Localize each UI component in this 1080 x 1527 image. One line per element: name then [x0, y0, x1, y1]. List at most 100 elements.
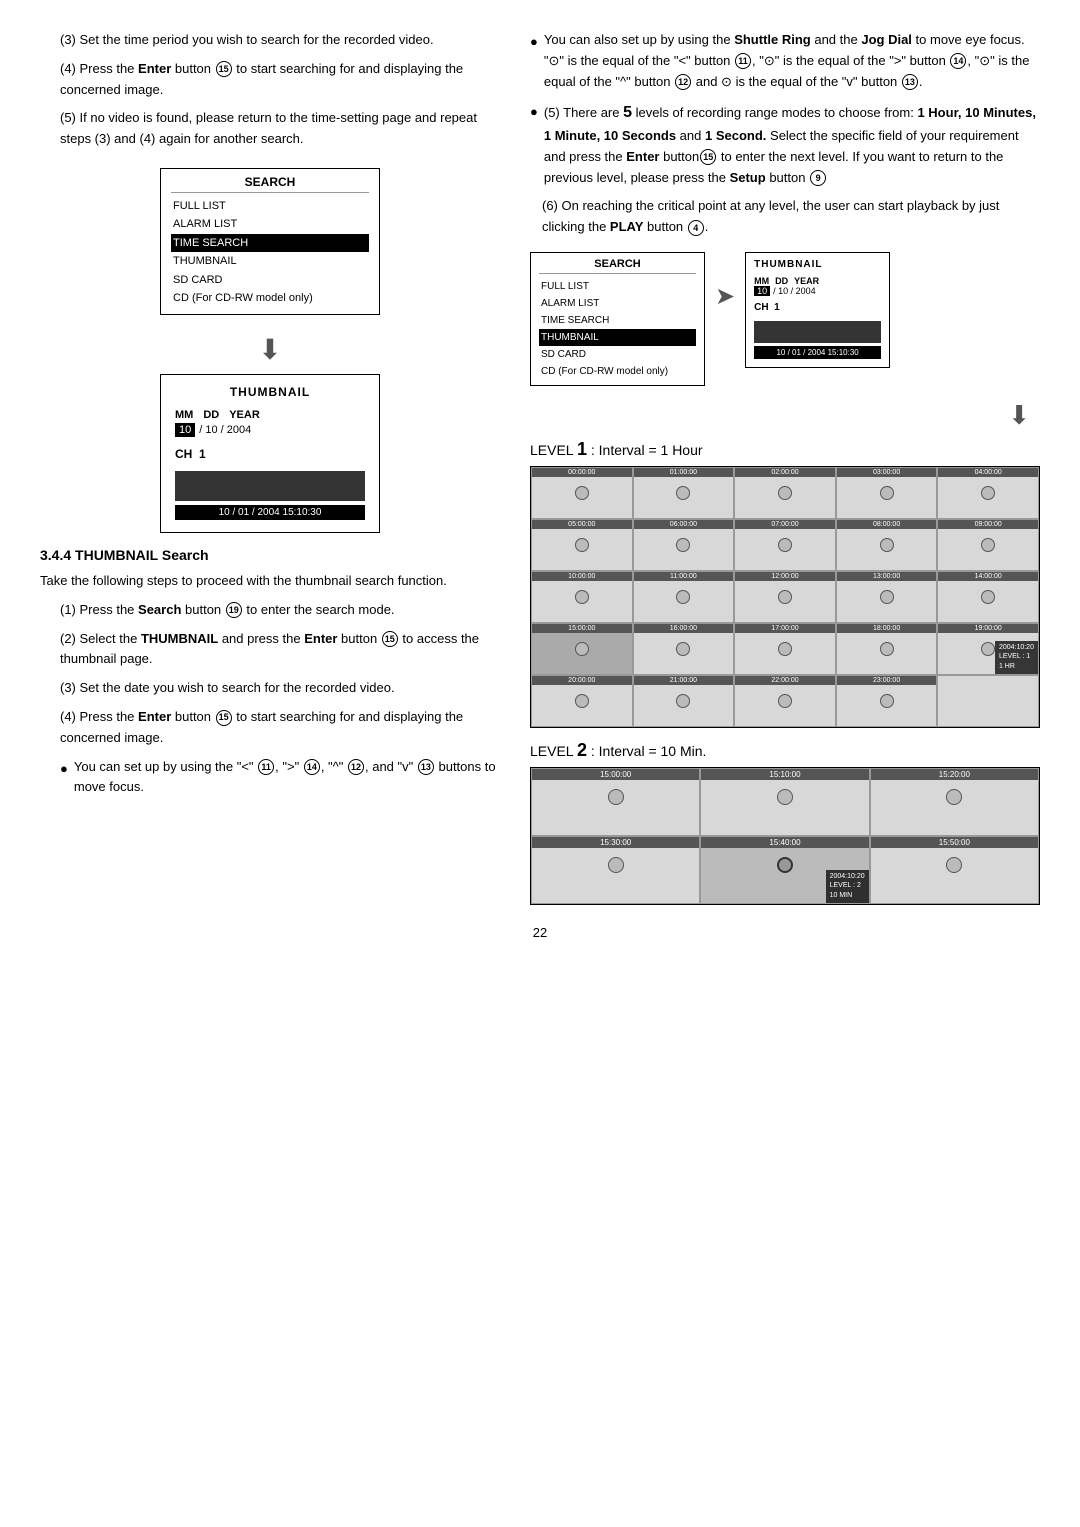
search-item-alarm-list: ALARM LIST	[171, 215, 369, 234]
thumb2-cell-1550: 15:50:00	[870, 836, 1039, 904]
thumb-cell-2000: 20:00:00	[531, 675, 633, 727]
page-number: 22	[40, 925, 1040, 940]
level2-grid: 15:00:00 15:10:00 15:20:00 15:30:00 15:4…	[530, 767, 1040, 905]
thumb-date-header: MM DD YEAR	[175, 409, 365, 421]
mm-label: MM	[175, 409, 193, 421]
thumb-cell-1400: 14:00:00	[937, 571, 1039, 623]
search-item-full-list: FULL LIST	[171, 197, 369, 216]
circle-14: 14	[304, 759, 320, 775]
level1-num: 1	[577, 439, 587, 459]
r-search-item-full-list: FULL LIST	[539, 278, 696, 295]
left-column: (3) Set the time period you wish to sear…	[40, 30, 500, 905]
thumb-datetime-bar: 10 / 01 / 2004 15:10:30	[175, 505, 365, 520]
arrow-down-icon: ⬇	[40, 333, 500, 366]
bullet-dot-1: ●	[60, 759, 68, 799]
thumb-cell-0600: 06:00:00	[633, 519, 735, 571]
thumb-cell-1700: 17:00:00	[734, 623, 836, 675]
level1-info-box: 2004:10:20LEVEL : 11 HR	[995, 641, 1038, 674]
r-search-item-thumbnail: THUMBNAIL	[539, 329, 696, 346]
thumb2-cell-1520: 15:20:00	[870, 768, 1039, 836]
r-circle-14: 14	[950, 53, 966, 69]
thumb-step-4: (4) Press the Enter button 15 to start s…	[40, 707, 500, 749]
thumb-intro: Take the following steps to proceed with…	[40, 571, 500, 592]
thumb-cell-1800: 18:00:00	[836, 623, 938, 675]
circle-12: 12	[348, 759, 364, 775]
thumb-cell-1000: 10:00:00	[531, 571, 633, 623]
thumb-cell-2300: 23:00:00	[836, 675, 938, 727]
circle-15c: 15	[216, 710, 232, 726]
thumb-bullet-1: ● You can set up by using the "<" 11, ">…	[40, 757, 500, 799]
thumb-cell-0300: 03:00:00	[836, 467, 938, 519]
r-circle-11: 11	[735, 53, 751, 69]
r-circle-4: 4	[688, 220, 704, 236]
right-thumbnail-box: THUMBNAIL MM DD YEAR 10 / 10 / 2004 CH 1…	[745, 252, 890, 368]
level1-grid: 00:00:00 01:00:00 02:00:00 03:00:00 04:0…	[530, 466, 1040, 728]
r-circle-13: 13	[902, 74, 918, 90]
thumb-cell-0000: 00:00:00	[531, 467, 633, 519]
thumb-cell-1600: 16:00:00	[633, 623, 735, 675]
right-search-box: SEARCH FULL LIST ALARM LIST TIME SEARCH …	[530, 252, 705, 386]
thumb-cell-2200: 22:00:00	[734, 675, 836, 727]
thumb-cell-1200: 12:00:00	[734, 571, 836, 623]
r-year-label: YEAR	[794, 276, 819, 286]
arrow-right-icon: ➤	[715, 282, 735, 311]
right-thumb-datetime-bar: 10 / 01 / 2004 15:10:30	[754, 346, 881, 359]
circle-15: 15	[216, 61, 232, 77]
thumb-cell-1300: 13:00:00	[836, 571, 938, 623]
page-layout: (3) Set the time period you wish to sear…	[40, 30, 1040, 905]
search-menu-box: SEARCH FULL LIST ALARM LIST TIME SEARCH …	[160, 168, 380, 315]
r-search-item-time-search: TIME SEARCH	[539, 312, 696, 329]
thumb-cell-2100: 21:00:00	[633, 675, 735, 727]
right-column: ● You can also set up by using the Shutt…	[530, 30, 1040, 905]
right-thumb-preview-bar	[754, 321, 881, 343]
thumb-step-2: (2) Select the THUMBNAIL and press the E…	[40, 629, 500, 671]
r-month-value: 10	[754, 286, 770, 296]
level2-num: 2	[577, 740, 587, 760]
thumb2-cell-1500: 15:00:00	[531, 768, 700, 836]
thumb-cell-0100: 01:00:00	[633, 467, 735, 519]
circle-13: 13	[418, 759, 434, 775]
right-bullet-dot-2: ●	[530, 102, 538, 188]
circle-15b: 15	[382, 631, 398, 647]
r-circle-9: 9	[810, 170, 826, 186]
thumb2-cell-1540: 15:40:00 2004:10:20LEVEL : 210 MIN	[700, 836, 869, 904]
right-thumb-date-header: MM DD YEAR	[754, 276, 881, 286]
thumb-cell-1500: 15:00:00	[531, 623, 633, 675]
level2-label: LEVEL 2 : Interval = 10 Min.	[530, 740, 1040, 761]
section-heading-text: 3.4.4 THUMBNAIL Search	[40, 547, 209, 563]
thumb2-cell-1530: 15:30:00	[531, 836, 700, 904]
right-thumb-date-values: 10 / 10 / 2004	[754, 286, 881, 296]
r-circle-15: 15	[700, 149, 716, 165]
r-search-item-sd-card: SD CARD	[539, 346, 696, 363]
level1-label: LEVEL 1 : Interval = 1 Hour	[530, 439, 1040, 460]
step-4: (4) Press the Enter button 15 to start s…	[40, 59, 500, 101]
thumb-cell-0900: 09:00:00	[937, 519, 1039, 571]
search-item-thumbnail: THUMBNAIL	[171, 252, 369, 271]
thumb-cell-0800: 08:00:00	[836, 519, 938, 571]
right-search-area: SEARCH FULL LIST ALARM LIST TIME SEARCH …	[530, 252, 1040, 386]
right-search-title: SEARCH	[539, 258, 696, 274]
right-bullet-1: ● You can also set up by using the Shutt…	[530, 30, 1040, 92]
circle-11: 11	[258, 759, 274, 775]
thumb-cell-1100: 11:00:00	[633, 571, 735, 623]
dd-label: DD	[203, 409, 219, 421]
right-step-6: (6) On reaching the critical point at an…	[542, 196, 1040, 238]
r-search-item-alarm-list: ALARM LIST	[539, 295, 696, 312]
r-search-item-cd: CD (For CD-RW model only)	[539, 363, 696, 380]
thumb-cell-empty	[937, 675, 1039, 727]
month-value: 10	[175, 423, 195, 437]
thumb-step-3: (3) Set the date you wish to search for …	[40, 678, 500, 699]
thumb-cell-0700: 07:00:00	[734, 519, 836, 571]
thumb-cell-0200: 02:00:00	[734, 467, 836, 519]
search-item-cd: CD (For CD-RW model only)	[171, 289, 369, 308]
year-label: YEAR	[229, 409, 260, 421]
thumbnail-title: THUMBNAIL	[175, 385, 365, 399]
step-3: (3) Set the time period you wish to sear…	[40, 30, 500, 51]
right-thumb-ch: CH 1	[754, 302, 881, 313]
section-heading-thumbnail: 3.4.4 THUMBNAIL Search	[40, 547, 500, 563]
thumb-cell-0500: 05:00:00	[531, 519, 633, 571]
thumb-cell-1900: 19:00:00 2004:10:20LEVEL : 11 HR	[937, 623, 1039, 675]
arrow-down-right-icon: ⬇	[530, 400, 1040, 431]
search-menu-title: SEARCH	[171, 175, 369, 193]
right-bullet-dot-1: ●	[530, 32, 538, 92]
